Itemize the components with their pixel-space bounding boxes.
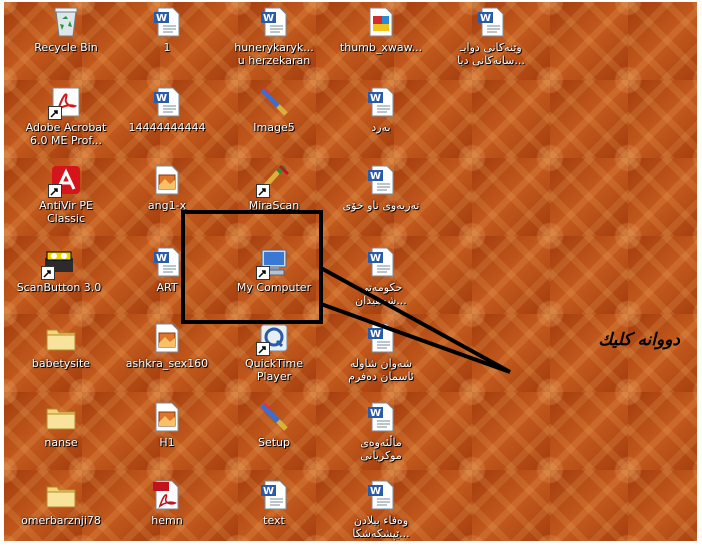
- highlight-box: [181, 210, 323, 324]
- pointer-arrow: [320, 266, 511, 374]
- annotation-text: دووانە کلیك: [598, 330, 680, 350]
- annotation-overlay: [181, 210, 511, 374]
- screenshot-frame: Recycle Bin Adobe Acrobat 6.0 ME Prof...…: [0, 0, 702, 550]
